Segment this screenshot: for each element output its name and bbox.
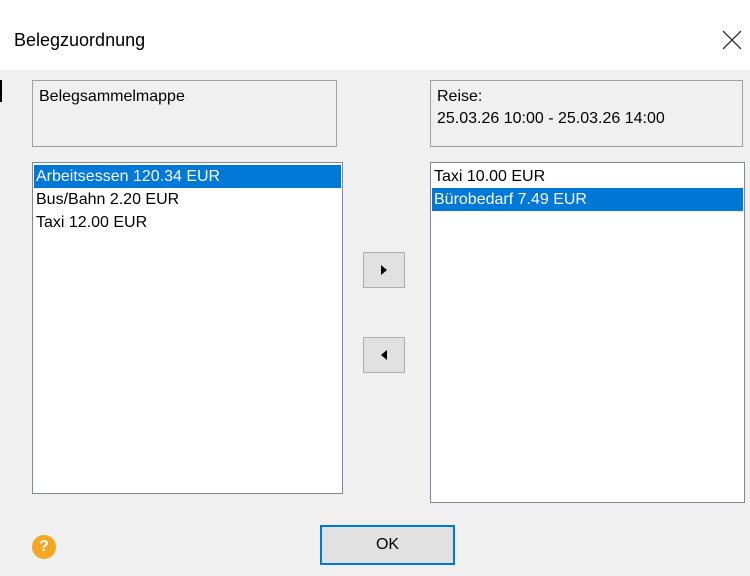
window-title: Belegzuordnung [14, 30, 146, 50]
list-item[interactable]: Bürobedarf 7.49 EUR [432, 188, 743, 211]
list-item[interactable]: Taxi 10.00 EUR [432, 165, 743, 188]
list-item[interactable]: Arbeitsessen 120.34 EUR [34, 165, 341, 188]
triangle-left-icon [381, 350, 387, 360]
title-bar: Belegzuordnung [0, 0, 750, 70]
help-icon[interactable]: ? [32, 535, 56, 559]
window-edge-mark [0, 80, 2, 102]
belegsammelmappe-group: Belegsammelmappe [32, 80, 337, 147]
reise-date-range: 25.03.26 10:00 - 25.03.26 14:00 [437, 110, 665, 127]
close-button[interactable] [714, 20, 750, 60]
reise-group: Reise: 25.03.26 10:00 - 25.03.26 14:00 [430, 80, 743, 147]
close-icon [722, 30, 742, 50]
belegsammelmappe-label: Belegsammelmappe [39, 88, 185, 105]
ok-button[interactable]: OK [320, 525, 455, 565]
move-left-button[interactable] [363, 337, 405, 373]
list-item[interactable]: Bus/Bahn 2.20 EUR [34, 188, 341, 211]
triangle-right-icon [381, 265, 387, 275]
list-item[interactable]: Taxi 12.00 EUR [34, 211, 341, 234]
belegsammelmappe-list[interactable]: Arbeitsessen 120.34 EUR Bus/Bahn 2.20 EU… [32, 162, 343, 494]
move-right-button[interactable] [363, 252, 405, 288]
reise-label: Reise: [437, 88, 483, 105]
reise-list[interactable]: Taxi 10.00 EUR Bürobedarf 7.49 EUR [430, 162, 745, 503]
